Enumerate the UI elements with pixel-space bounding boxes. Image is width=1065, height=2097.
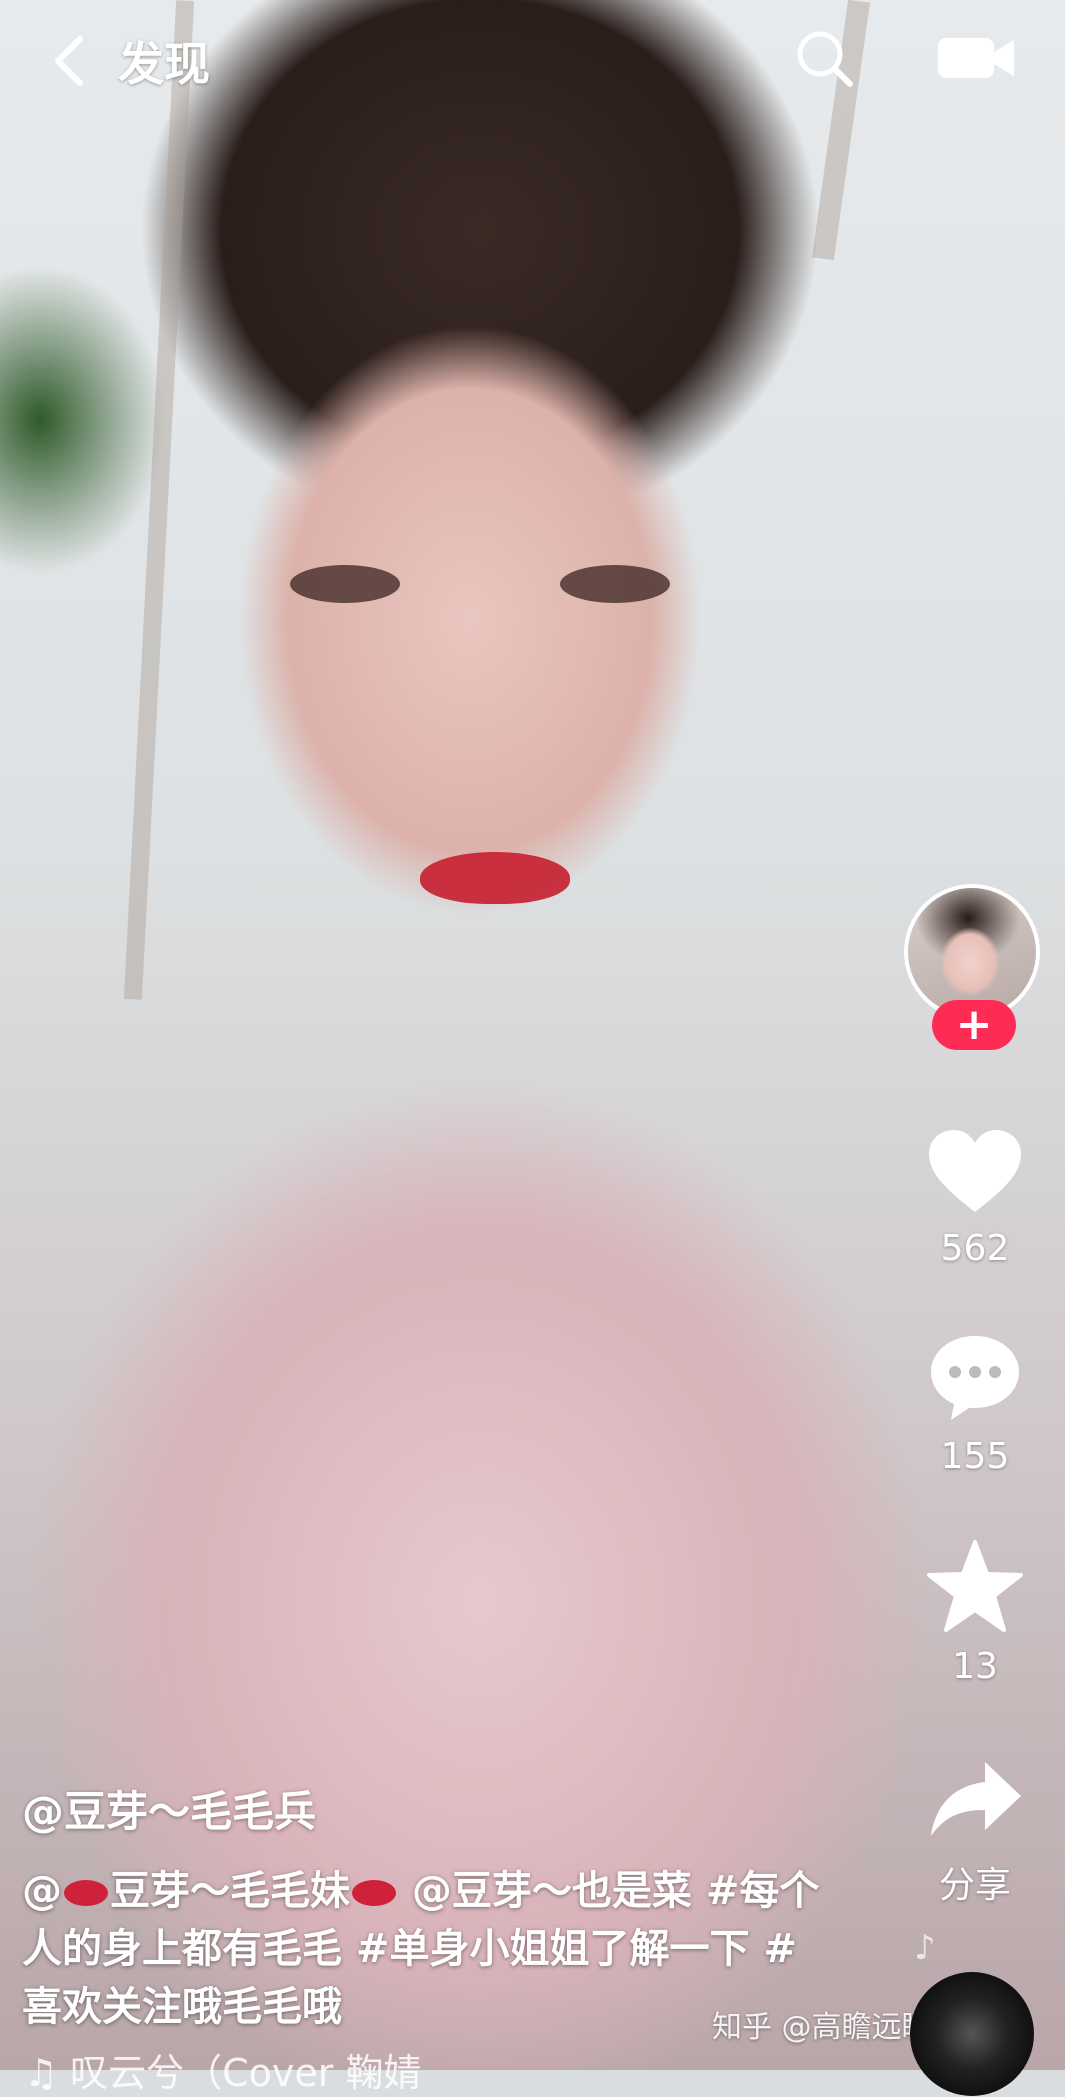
music-disc[interactable] — [910, 1972, 1034, 2096]
favorite-button[interactable]: 13 — [900, 1540, 1050, 1687]
comment-count: 155 — [940, 1436, 1010, 1477]
author-handle[interactable]: @豆芽～毛毛兵 — [22, 1778, 316, 1839]
share-arrow-icon — [931, 1762, 1021, 1836]
mention-link[interactable]: 豆芽～毛毛妹 — [110, 1868, 350, 1914]
author-avatar-group: + — [904, 884, 1048, 1064]
like-button[interactable]: 562 — [900, 1128, 1050, 1269]
top-bar: 发现 — [0, 0, 1065, 120]
like-count: 562 — [940, 1228, 1010, 1269]
lips-emoji-icon — [352, 1880, 396, 1906]
page-title: 发现 — [118, 37, 210, 91]
plus-icon: + — [955, 999, 993, 1050]
chevron-left-icon — [55, 36, 83, 86]
follow-button[interactable]: + — [932, 1000, 1016, 1050]
star-icon — [927, 1540, 1023, 1632]
lips-emoji-icon — [64, 1880, 108, 1906]
comment-button[interactable]: 155 — [900, 1332, 1050, 1477]
search-icon[interactable] — [792, 26, 856, 90]
back-button[interactable]: 发现 — [48, 28, 248, 94]
video-frame-detail — [420, 852, 570, 904]
favorite-count: 13 — [952, 1646, 998, 1687]
video-frame-detail — [560, 565, 670, 603]
camera-icon[interactable] — [936, 30, 1016, 86]
heart-icon — [929, 1130, 1021, 1212]
share-button[interactable]: 分享 — [900, 1758, 1050, 1908]
background-pole — [123, 0, 195, 1000]
video-frame-detail — [290, 565, 400, 603]
share-label: 分享 — [938, 1865, 1011, 1906]
video-caption: @ 豆芽～毛毛妹 @豆芽～也是菜 #每个人的身上都有毛毛 #单身小姐姐了解一下 #… — [22, 1862, 822, 2036]
music-note-icon: ♪ — [914, 1928, 936, 1968]
mention-prefix: @ — [22, 1868, 62, 1914]
comment-bubble-icon — [931, 1336, 1019, 1420]
